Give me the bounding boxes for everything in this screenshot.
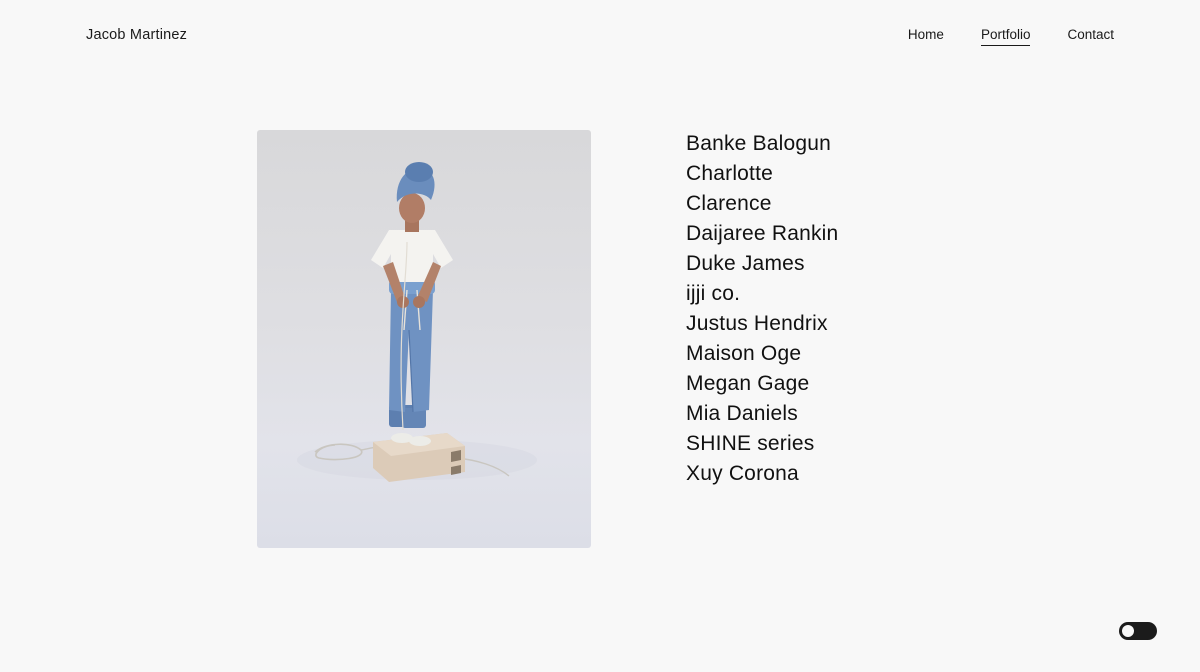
client-item: Banke Balogun <box>686 129 838 159</box>
nav-contact[interactable]: Contact <box>1067 26 1114 46</box>
site-title[interactable]: Jacob Martinez <box>86 26 187 44</box>
client-link-charlotte[interactable]: Charlotte <box>686 162 773 185</box>
client-item: Justus Hendrix <box>686 309 838 339</box>
client-link-mia-daniels[interactable]: Mia Daniels <box>686 402 798 425</box>
featured-portrait-photo[interactable] <box>257 130 591 548</box>
client-item: Mia Daniels <box>686 399 838 429</box>
theme-toggle[interactable] <box>1119 622 1157 640</box>
page: Jacob Martinez Home Portfolio Contact Ba… <box>0 0 1200 672</box>
client-link-megan-gage[interactable]: Megan Gage <box>686 372 809 395</box>
client-item: Clarence <box>686 189 838 219</box>
client-item: Daijaree Rankin <box>686 219 838 249</box>
client-item: Xuy Corona <box>686 459 838 489</box>
client-item: ijji co. <box>686 279 838 309</box>
nav-home[interactable]: Home <box>908 26 944 46</box>
client-item: Maison Oge <box>686 339 838 369</box>
client-item: Megan Gage <box>686 369 838 399</box>
client-link-justus-hendrix[interactable]: Justus Hendrix <box>686 312 828 335</box>
client-item: Duke James <box>686 249 838 279</box>
client-link-maison-oge[interactable]: Maison Oge <box>686 342 801 365</box>
client-link-shine-series[interactable]: SHINE series <box>686 432 814 455</box>
client-list: Banke Balogun Charlotte Clarence Daijare… <box>686 129 838 489</box>
client-link-clarence[interactable]: Clarence <box>686 192 772 215</box>
client-link-banke-balogun[interactable]: Banke Balogun <box>686 132 831 155</box>
client-link-xuy-corona[interactable]: Xuy Corona <box>686 462 799 485</box>
client-link-daijaree-rankin[interactable]: Daijaree Rankin <box>686 222 838 245</box>
portrait-illustration <box>297 162 537 482</box>
toggle-knob <box>1122 625 1134 637</box>
nav-portfolio[interactable]: Portfolio <box>980 26 1031 46</box>
client-link-duke-james[interactable]: Duke James <box>686 252 805 275</box>
client-item: Charlotte <box>686 159 838 189</box>
client-item: SHINE series <box>686 429 838 459</box>
main-nav: Home Portfolio Contact <box>908 26 1114 46</box>
client-link-ijji-co[interactable]: ijji co. <box>686 282 740 305</box>
